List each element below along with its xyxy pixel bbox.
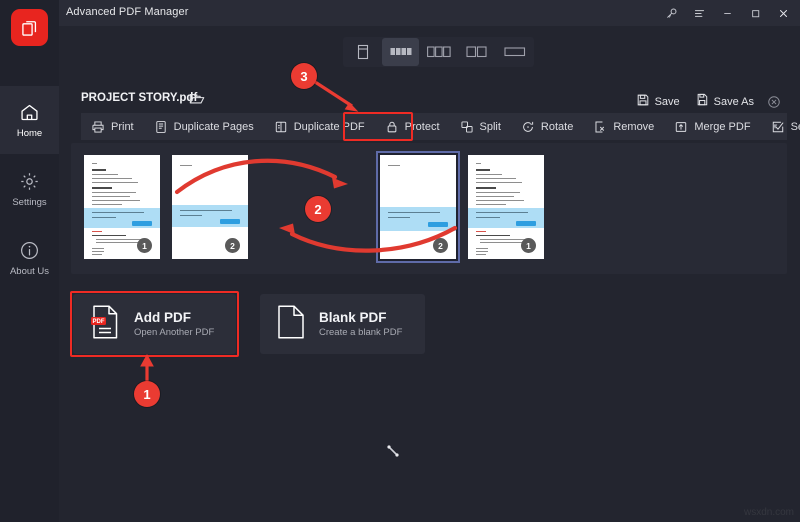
single-page-icon[interactable] <box>344 38 381 66</box>
remove-icon <box>593 120 607 134</box>
close-document-icon[interactable] <box>767 95 781 109</box>
page-thumbnail-selected[interactable]: 2 <box>376 151 460 263</box>
page-number-badge: 2 <box>433 238 448 253</box>
page-preview: 2 <box>172 155 248 259</box>
chevron-down-icon[interactable]: ▾ <box>766 113 784 140</box>
annotation-highlight-add-pdf <box>70 291 239 357</box>
document-file-name: PROJECT STORY.pdf <box>81 92 198 104</box>
duplicate-pages-label: Duplicate Pages <box>173 120 254 133</box>
window-controls <box>658 0 796 26</box>
remove-label: Remove <box>613 120 655 133</box>
grid-two-icon[interactable] <box>458 38 495 66</box>
remove-button[interactable]: Remove <box>583 113 664 140</box>
page-number-badge: 1 <box>521 238 536 253</box>
blank-pdf-card[interactable]: Blank PDF Create a blank PDF <box>260 294 425 354</box>
duplicate-pages-button[interactable]: Duplicate Pages <box>144 113 264 140</box>
page-thumbnail-panel: 1 2 2 1 <box>71 143 787 274</box>
save-as-icon <box>695 93 709 110</box>
save-button[interactable]: Save <box>630 90 686 113</box>
blank-pdf-text: Blank PDF Create a blank PDF <box>319 310 402 338</box>
annotation-highlight-protect <box>343 112 413 141</box>
view-mode-toolbar <box>343 37 534 67</box>
app-logo-icon <box>11 9 48 46</box>
page-thumbnail[interactable]: 1 <box>468 155 544 259</box>
save-label: Save <box>654 95 680 108</box>
duplicate-pdf-icon <box>274 120 288 134</box>
rotate-icon <box>521 120 535 134</box>
merge-pdf-label: Merge PDF <box>694 120 751 133</box>
sidebar-item-about-us[interactable]: About Us <box>0 224 59 292</box>
sidebar-item-settings[interactable]: Settings <box>0 155 59 223</box>
open-folder-icon[interactable] <box>189 91 205 111</box>
minimize-icon[interactable] <box>714 0 740 26</box>
page-number-badge: 1 <box>137 238 152 253</box>
select-all-label: Select All <box>790 120 800 133</box>
key-icon[interactable] <box>658 0 684 26</box>
annotation-marker-2: 2 <box>305 196 331 222</box>
merge-pdf-button[interactable]: Merge PDF <box>664 113 760 140</box>
app-window: Advanced PDF Manager Home Settings About… <box>0 0 800 522</box>
watermark: wsxdn.com <box>743 507 794 518</box>
document-header: PROJECT STORY.pdf Save Save As <box>71 86 787 114</box>
blank-pdf-title: Blank PDF <box>319 310 387 325</box>
blank-file-icon <box>276 304 306 345</box>
page-preview: 1 <box>84 155 160 259</box>
sidebar: Home Settings About Us <box>0 0 59 522</box>
split-label: Split <box>479 120 501 133</box>
rotate-label: Rotate <box>540 120 574 133</box>
sidebar-item-label: Settings <box>12 196 47 208</box>
menu-icon[interactable] <box>686 0 712 26</box>
grid-three-icon[interactable] <box>420 38 457 66</box>
save-as-button[interactable]: Save As <box>689 90 760 113</box>
blank-pdf-subtitle: Create a blank PDF <box>319 327 403 338</box>
editing-toolbar: Print Duplicate Pages Duplicate PDF Prot… <box>81 113 800 140</box>
rotate-button[interactable]: Rotate <box>511 113 583 140</box>
grid-four-icon[interactable] <box>382 38 419 66</box>
sidebar-item-label: Home <box>16 127 43 139</box>
split-icon <box>460 120 474 134</box>
close-icon[interactable] <box>770 0 796 26</box>
split-button[interactable]: Split <box>450 113 511 140</box>
printer-icon <box>91 120 105 134</box>
save-icon <box>636 93 650 110</box>
mouse-cursor <box>387 445 399 457</box>
annotation-marker-1: 1 <box>134 381 160 407</box>
print-button[interactable]: Print <box>81 113 144 140</box>
app-title: Advanced PDF Manager <box>66 6 189 18</box>
page-preview: 2 <box>380 155 456 259</box>
maximize-icon[interactable] <box>742 0 768 26</box>
page-preview: 1 <box>468 155 544 259</box>
save-as-label: Save As <box>713 95 754 108</box>
title-bar: Advanced PDF Manager <box>0 0 800 26</box>
duplicate-pages-icon <box>154 120 168 134</box>
page-thumbnail[interactable]: 1 <box>84 155 160 259</box>
print-label: Print <box>111 120 134 133</box>
grid-one-icon[interactable] <box>496 38 533 66</box>
page-thumbnail[interactable]: 2 <box>172 155 248 259</box>
merge-pdf-icon <box>674 120 688 134</box>
sidebar-item-home[interactable]: Home <box>0 86 59 154</box>
sidebar-item-label: About Us <box>9 265 50 277</box>
save-actions: Save Save As <box>630 90 781 113</box>
page-number-badge: 2 <box>225 238 240 253</box>
annotation-marker-3: 3 <box>291 63 317 89</box>
